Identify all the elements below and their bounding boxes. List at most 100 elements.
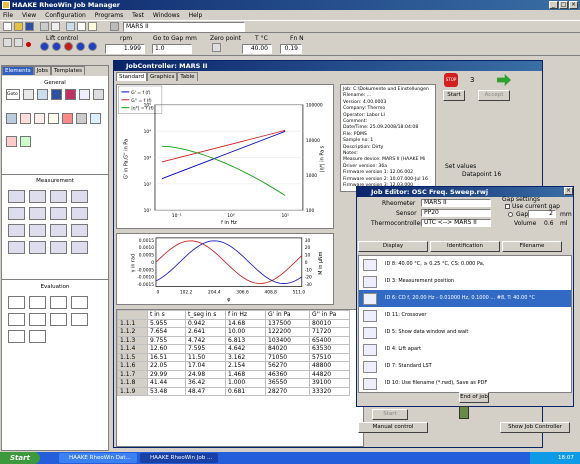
meas-shear-icon[interactable] xyxy=(50,224,67,237)
job-step[interactable]: ID 7: Standard LST xyxy=(359,358,571,375)
job-step[interactable]: ID 11: Crossover xyxy=(359,307,571,324)
eval-mean-icon[interactable] xyxy=(71,313,88,326)
menu-help[interactable]: Help xyxy=(189,12,203,19)
help-icon[interactable] xyxy=(88,22,97,31)
element-camera-icon[interactable] xyxy=(76,112,87,124)
eval-model-icon[interactable] xyxy=(29,330,46,343)
eval-max-icon[interactable] xyxy=(8,313,25,326)
menu-configuration[interactable]: Configuration xyxy=(45,12,86,19)
job-step[interactable]: ID 10: Use filename (*.rwd), Save as PDF xyxy=(359,375,571,392)
tool-wrench-icon[interactable] xyxy=(3,38,12,47)
meas-cr-icon[interactable] xyxy=(29,190,46,203)
table-row[interactable]: 1.1.2 7.654 2.641 10.00 122200 71720 xyxy=(117,327,350,337)
eval-fit-icon[interactable] xyxy=(8,296,25,309)
thermo-select[interactable]: UTC <--> MARS II xyxy=(421,219,491,227)
meas-ramp-icon[interactable] xyxy=(8,207,25,220)
tab-graphics[interactable]: Graphics xyxy=(147,72,178,81)
new-icon[interactable] xyxy=(3,22,12,31)
tab-standard[interactable]: Standard xyxy=(116,72,148,81)
tool-pipette-icon[interactable] xyxy=(14,38,23,47)
table-row[interactable]: 1.1.7 29.99 24.98 1.468 46360 44820 xyxy=(117,369,350,379)
meas-temp-icon[interactable] xyxy=(29,207,46,220)
tab-elements[interactable]: Elements xyxy=(2,66,34,75)
element-save-icon[interactable] xyxy=(51,89,62,100)
menu-test[interactable]: Test xyxy=(132,12,144,19)
display-button[interactable]: Display xyxy=(358,241,428,252)
meas-relax-icon[interactable] xyxy=(50,241,67,254)
force-field[interactable]: 0.19 xyxy=(280,44,302,54)
element-sensor-icon[interactable] xyxy=(6,112,17,124)
table-row[interactable]: 1.1.6 22.05 17.04 2.154 56270 48800 xyxy=(117,361,350,371)
lift-stop-icon[interactable] xyxy=(64,42,73,51)
eval-yield-icon[interactable] xyxy=(50,296,67,309)
zero-point-icon[interactable] xyxy=(212,43,221,52)
start-button[interactable]: Start xyxy=(0,452,40,464)
task-rheowin-data[interactable]: HAAKE RheoWin Dat... xyxy=(59,453,137,463)
tab-templates[interactable]: Templates xyxy=(50,66,85,75)
job-editor-start-button[interactable]: Start xyxy=(372,409,408,420)
meas-cs-icon[interactable] xyxy=(8,190,25,203)
table-row[interactable]: 1.1.5 16.51 11.50 3.162 71050 57510 xyxy=(117,352,350,362)
element-graph-icon[interactable] xyxy=(90,112,101,124)
eval-slope-icon[interactable] xyxy=(29,296,46,309)
goto-icon[interactable]: Goto xyxy=(6,89,20,100)
rpm-field[interactable]: 1.999 xyxy=(105,44,145,54)
element-printer-icon[interactable] xyxy=(93,89,104,100)
identification-button[interactable]: Identification xyxy=(430,241,500,252)
job-step[interactable]: ID 5: Show data window and wait xyxy=(359,324,571,341)
accept-button[interactable]: Accept xyxy=(478,90,510,101)
stop-button[interactable]: STOP xyxy=(444,73,458,87)
lift-fast-up-icon[interactable] xyxy=(52,42,61,51)
rheometer-select[interactable]: MARS II xyxy=(421,199,491,207)
element-close-icon[interactable] xyxy=(20,112,31,124)
filename-button[interactable]: Filename xyxy=(502,241,562,252)
gap-input[interactable]: 2 xyxy=(528,210,556,218)
meas-loop-icon[interactable] xyxy=(71,241,88,254)
lift-fast-down-icon[interactable] xyxy=(76,42,85,51)
close-button[interactable]: × xyxy=(569,1,578,9)
tab-table[interactable]: Table xyxy=(177,72,198,81)
element-play-icon[interactable] xyxy=(65,89,76,100)
eval-calc-icon[interactable] xyxy=(8,330,25,343)
sensor-select[interactable]: PP20 xyxy=(421,209,491,217)
trash-icon[interactable] xyxy=(459,406,469,419)
element-gear-icon[interactable] xyxy=(23,89,34,100)
table-row[interactable]: 1.1.8 41.44 36.42 1.000 36550 39100 xyxy=(117,378,350,388)
meas-rate-icon[interactable] xyxy=(71,224,88,237)
end-of-job-button[interactable]: End of job xyxy=(459,392,489,403)
tab-jobs[interactable]: Jobs xyxy=(33,66,51,75)
start-button-jc[interactable]: Start xyxy=(443,90,465,101)
print-icon[interactable] xyxy=(40,22,49,31)
element-arrow-down-icon[interactable] xyxy=(79,89,90,100)
chart-icon[interactable] xyxy=(66,22,75,31)
task-rheowin-job[interactable]: HAAKE RheoWin Job ... xyxy=(140,453,218,463)
manual-control-button[interactable]: Manual control xyxy=(358,422,428,433)
meas-freq-icon[interactable] xyxy=(71,190,88,203)
minimize-button[interactable]: _ xyxy=(549,1,558,9)
meas-strain-icon[interactable] xyxy=(50,207,67,220)
job-step[interactable]: ID 3: Measurement position xyxy=(359,273,571,290)
temp-field[interactable]: 40.00 xyxy=(242,44,272,54)
eval-min-icon[interactable] xyxy=(29,313,46,326)
element-window-icon[interactable] xyxy=(37,89,48,100)
table-row[interactable]: 1.1.1 5.955 0.942 14.68 137500 80010 xyxy=(117,318,350,328)
meas-creep-icon[interactable] xyxy=(8,224,25,237)
lift-up-icon[interactable] xyxy=(40,42,49,51)
meas-osc-icon[interactable] xyxy=(50,190,67,203)
device-icon[interactable] xyxy=(110,22,119,31)
open-icon[interactable] xyxy=(14,22,23,31)
job-editor-close-button[interactable]: × xyxy=(564,187,573,195)
meas-hold-icon[interactable] xyxy=(29,241,46,254)
menu-programs[interactable]: Programs xyxy=(95,12,123,19)
maximize-button[interactable]: □ xyxy=(559,1,568,9)
save-icon[interactable] xyxy=(25,22,34,31)
table-row[interactable]: 1.1.3 9.755 4.742 6.813 103400 65400 xyxy=(117,335,350,345)
eval-area-icon[interactable] xyxy=(50,313,67,326)
meas-stress-icon[interactable] xyxy=(71,207,88,220)
element-thermo-icon[interactable] xyxy=(6,136,17,148)
table-row[interactable]: 1.1.4 12.60 7.595 4.642 84020 63530 xyxy=(117,344,350,354)
lift-down-icon[interactable] xyxy=(88,42,97,51)
element-pdf-icon[interactable] xyxy=(34,112,45,124)
use-current-gap-checkbox[interactable] xyxy=(505,204,510,209)
eval-cross-icon[interactable] xyxy=(71,296,88,309)
